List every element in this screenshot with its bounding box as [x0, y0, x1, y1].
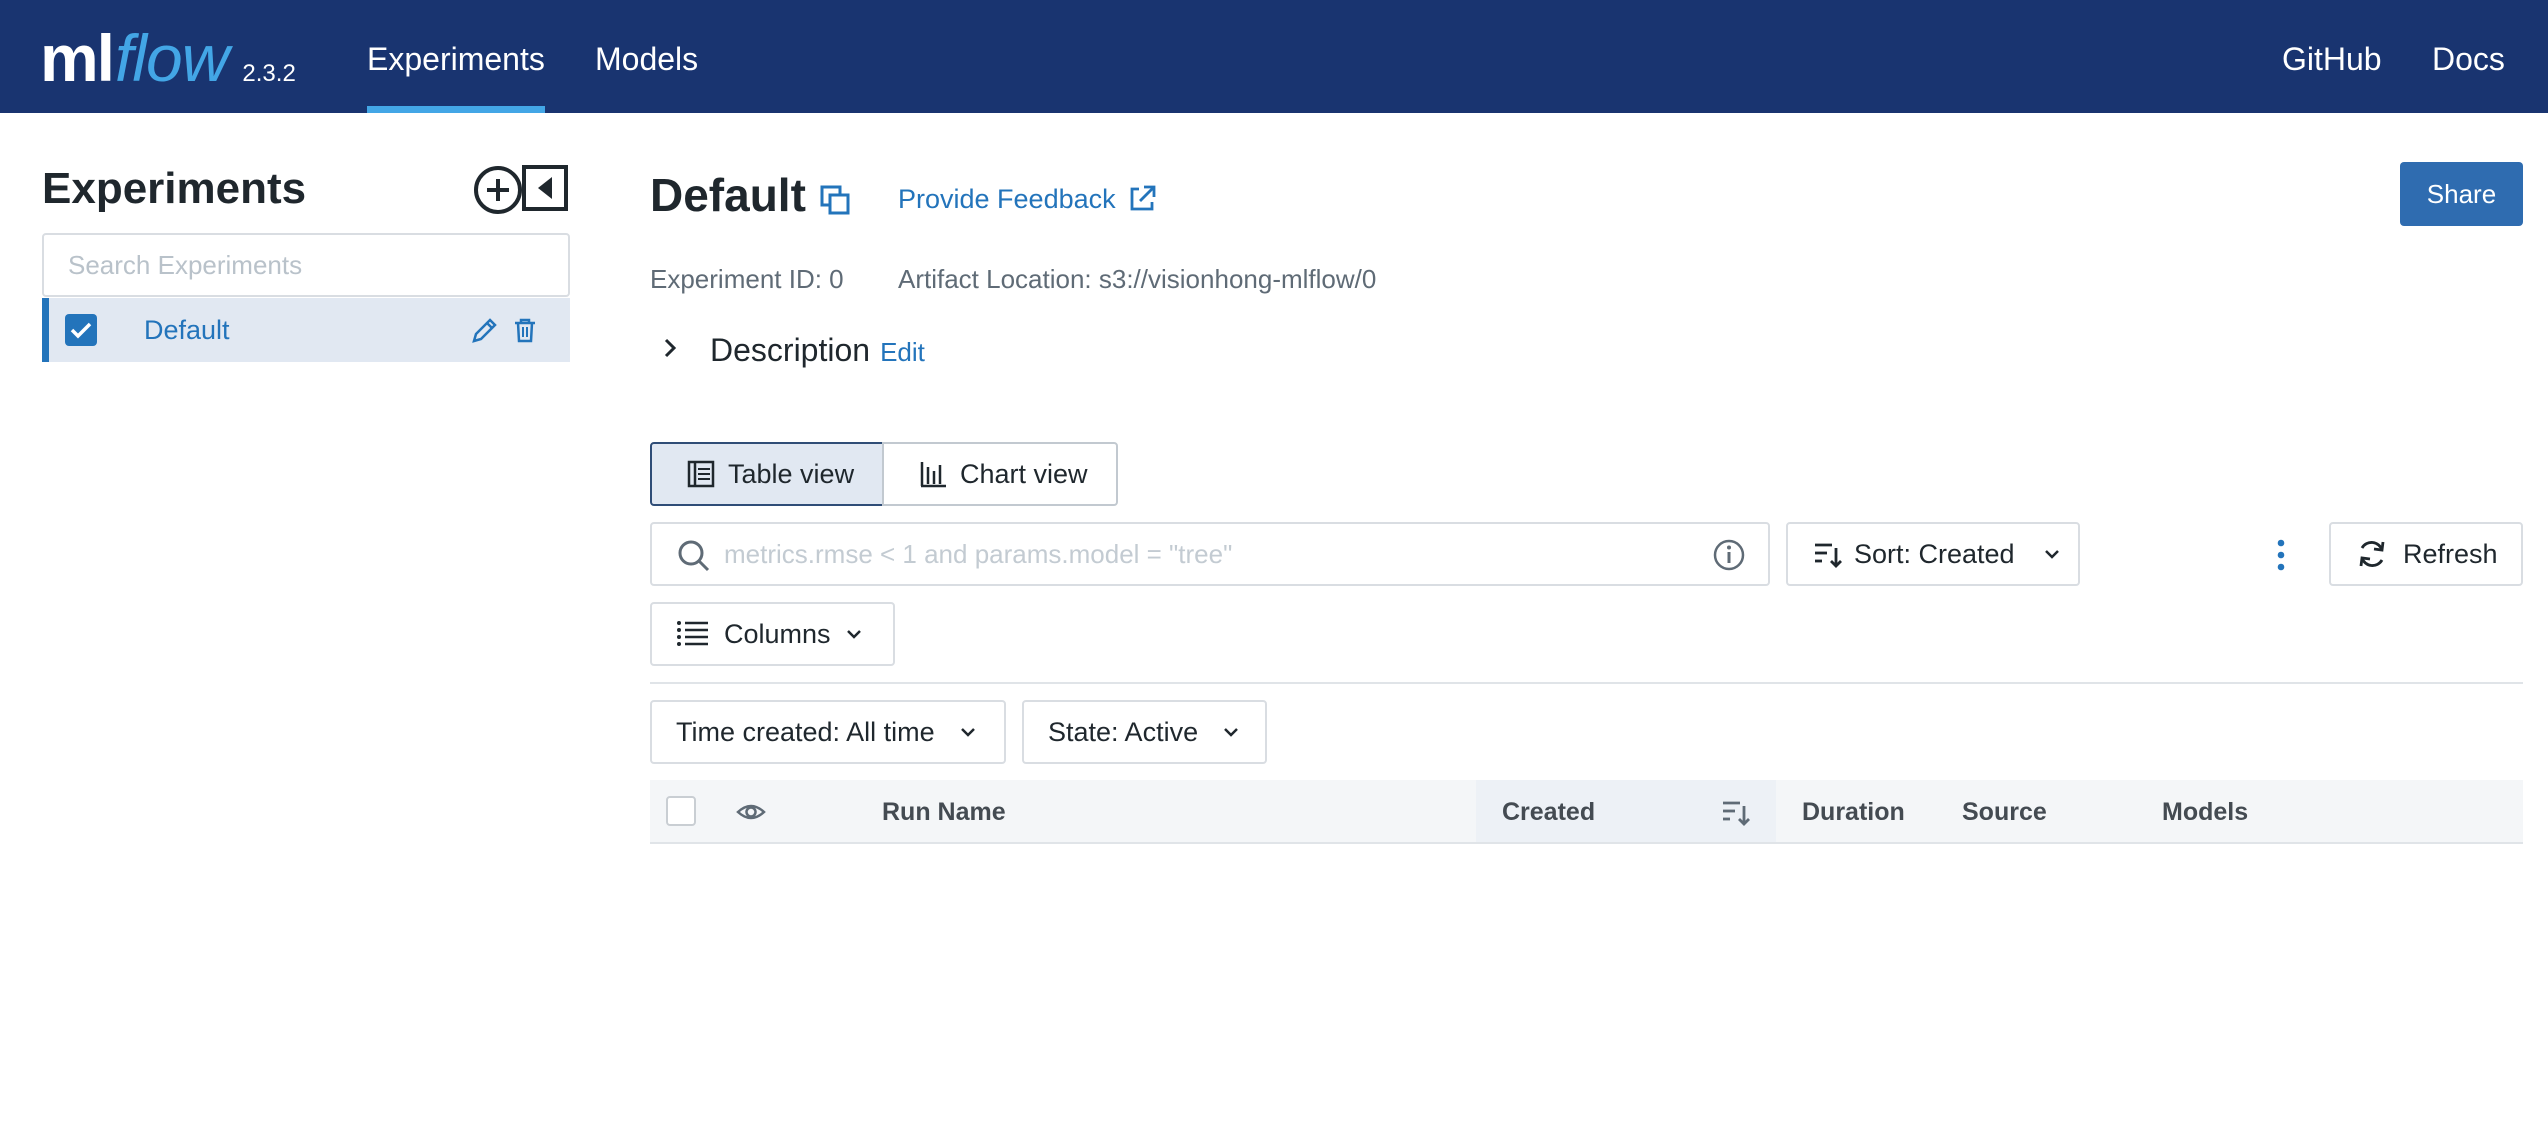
columns-dropdown[interactable]: Columns: [650, 602, 895, 666]
edit-experiment-button[interactable]: [469, 314, 501, 351]
collapse-sidebar-button[interactable]: [522, 165, 568, 216]
add-experiment-button[interactable]: [473, 165, 523, 220]
plus-circle-icon: [474, 166, 522, 214]
expand-description-button[interactable]: [656, 334, 684, 367]
kebab-menu-icon: [2277, 539, 2285, 571]
experiment-id-label: Experiment ID: 0: [650, 264, 844, 294]
nav-github-link[interactable]: GitHub: [2282, 0, 2382, 113]
select-all-checkbox[interactable]: [666, 796, 696, 826]
bar-chart-icon: [920, 462, 946, 488]
experiment-name-link[interactable]: Default: [144, 298, 230, 362]
nav-models-link[interactable]: Models: [595, 0, 698, 113]
search-icon: [678, 540, 710, 572]
experiment-list-item[interactable]: Default: [42, 298, 570, 362]
copy-title-button[interactable]: [818, 183, 852, 222]
columns-label: Columns: [724, 618, 831, 649]
pencil-icon: [472, 318, 497, 343]
eye-icon: [736, 804, 766, 820]
chevron-right-icon: [664, 338, 677, 358]
checkmark-icon: [70, 322, 92, 339]
collapse-left-icon: [522, 165, 568, 211]
edit-description-link[interactable]: Edit: [880, 337, 925, 368]
artifact-location-label: Artifact Location: s3://visionhong-mlflo…: [898, 264, 1377, 294]
provide-feedback-label: Provide Feedback: [898, 183, 1116, 214]
external-link-icon: [1130, 185, 1156, 211]
refresh-button[interactable]: Refresh: [2329, 522, 2523, 586]
copy-icon: [820, 185, 850, 215]
mlflow-logo[interactable]: ml flow 2.3.2: [40, 8, 296, 98]
runs-search-input[interactable]: [724, 524, 1684, 584]
table-view-label: Table view: [728, 458, 855, 489]
sort-descending-icon: [1723, 801, 1750, 826]
version-label: 2.3.2: [242, 60, 296, 87]
description-section: Description Edit: [656, 332, 925, 369]
sort-icon: [1815, 543, 1842, 568]
toolbar-divider: [650, 682, 2523, 684]
refresh-label: Refresh: [2403, 538, 2498, 569]
sort-label: Sort: Created: [1854, 538, 2015, 569]
chart-view-tab[interactable]: Chart view: [882, 442, 1118, 506]
sort-dropdown[interactable]: Sort: Created: [1786, 522, 2080, 586]
runs-filter-box: [650, 522, 1770, 586]
state-filter[interactable]: State: Active: [1022, 700, 1267, 764]
column-header-run-name[interactable]: Run Name: [882, 780, 1006, 844]
time-created-label: Time created: All time: [676, 716, 935, 747]
chevron-down-icon: [960, 728, 975, 737]
trash-icon: [515, 318, 535, 343]
nav-docs-link[interactable]: Docs: [2432, 0, 2505, 113]
search-experiments-input[interactable]: [42, 233, 570, 297]
chevron-down-icon: [846, 630, 861, 639]
runs-table-header: Run Name Created Duration Source Models: [650, 780, 2523, 844]
state-label: State: Active: [1048, 716, 1199, 747]
provide-feedback-link[interactable]: Provide Feedback: [898, 183, 1158, 215]
column-header-source[interactable]: Source: [1962, 780, 2047, 844]
logo-ml-text: ml: [40, 21, 115, 95]
sort-created-button[interactable]: [1720, 796, 1752, 833]
info-icon[interactable]: [1712, 538, 1746, 572]
page-title: Default: [650, 169, 806, 221]
more-options-button[interactable]: [2268, 538, 2294, 577]
chevron-down-icon: [1224, 728, 1238, 737]
table-icon: [687, 460, 715, 488]
sidebar-title: Experiments: [42, 164, 307, 213]
table-view-tab[interactable]: Table view: [650, 442, 884, 506]
share-button[interactable]: Share: [2400, 162, 2523, 226]
chevron-down-icon: [2044, 550, 2059, 559]
column-header-models[interactable]: Models: [2162, 780, 2248, 844]
list-icon: [677, 621, 708, 646]
visibility-toggle-button[interactable]: [736, 798, 766, 831]
column-header-created[interactable]: Created: [1502, 780, 1595, 844]
description-label: Description: [710, 332, 871, 368]
delete-experiment-button[interactable]: [511, 316, 539, 349]
top-nav: ml flow 2.3.2 Experiments Models GitHub …: [0, 0, 2548, 113]
experiment-checkbox[interactable]: [65, 314, 97, 346]
refresh-icon: [2359, 541, 2385, 567]
column-header-duration[interactable]: Duration: [1802, 780, 1905, 844]
nav-experiments-link[interactable]: Experiments: [367, 0, 545, 113]
chart-view-label: Chart view: [960, 458, 1088, 489]
time-created-filter[interactable]: Time created: All time: [650, 700, 1006, 764]
logo-flow-text: flow: [115, 21, 229, 95]
